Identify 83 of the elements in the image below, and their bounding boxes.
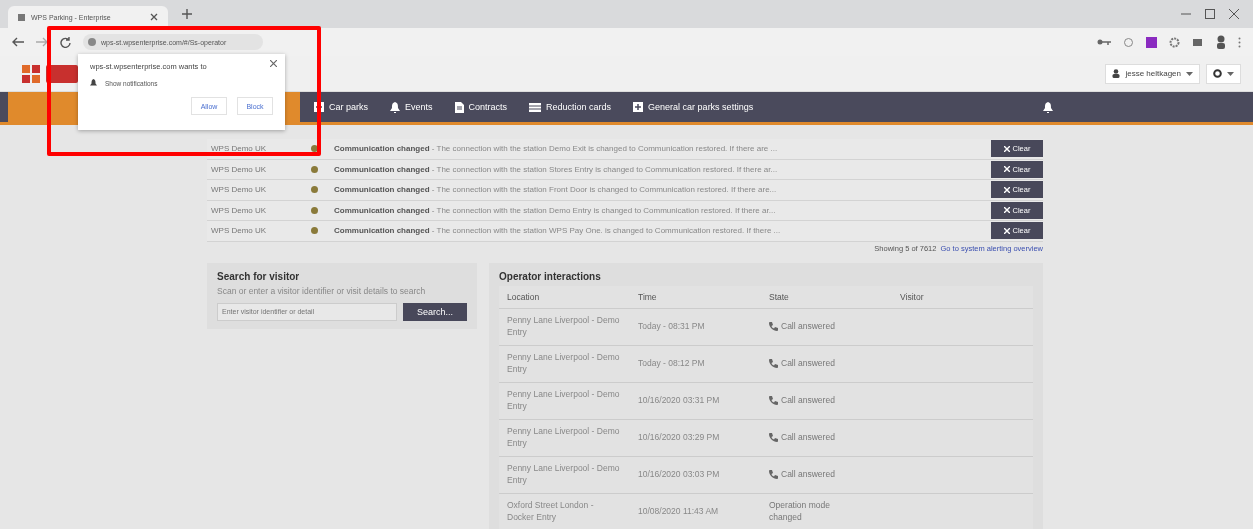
phone-icon: [769, 470, 778, 479]
site-name: WPS Demo UK: [210, 205, 268, 215]
close-icon: [1003, 227, 1010, 234]
column-header: Location: [507, 291, 540, 302]
location-cell: Oxford Street London - Docker Entry: [507, 500, 594, 522]
time-cell: 10/16/2020 03:31 PM: [638, 394, 720, 405]
nav-link[interactable]: Contracts: [454, 101, 508, 113]
nav-link[interactable]: Reduction cards: [529, 102, 612, 112]
time-cell: Today - 08:31 PM: [638, 320, 705, 331]
alert-message: Communication changed - The connection with the station Front Door is changed to Communication restored. If there are...: [334, 185, 778, 195]
state-cell: Call answered: [781, 468, 835, 480]
time-cell: 10/16/2020 03:29 PM: [638, 431, 720, 442]
time-cell: 10/16/2020 03:03 PM: [638, 468, 720, 479]
favicon-icon: [18, 13, 25, 21]
location-cell: Penny Lane Liverpool - Demo Entry: [507, 352, 620, 374]
more-icon[interactable]: [1238, 36, 1241, 48]
close-icon[interactable]: [270, 60, 277, 67]
back-icon[interactable]: [12, 37, 24, 47]
alert-message: Communication changed - The connection with the station Stores Entry is changed to Communication restored. If there ar...: [334, 164, 779, 174]
alert-message: Communication changed - The connection with the station Demo Exit is changed to Communication restored. If there are ...: [334, 144, 779, 154]
profile-icon[interactable]: [1216, 35, 1226, 49]
column-header: State: [769, 291, 789, 302]
warning-dot-icon: [311, 165, 318, 173]
panel-title: Operator interactions: [499, 270, 602, 282]
bell-icon: [90, 79, 97, 87]
warning-dot-icon: [311, 145, 318, 153]
nav-link[interactable]: Events: [390, 101, 433, 113]
warning-dot-icon: [311, 206, 318, 214]
close-icon: [1003, 166, 1010, 173]
search-hint: Scan or enter a visitor identifier or visit details to search: [217, 285, 427, 297]
plus-square-icon: [633, 102, 644, 112]
time-cell: Today - 08:12 PM: [638, 357, 705, 368]
column-header: Time: [638, 291, 657, 302]
location-cell: Penny Lane Liverpool - Demo Entry: [507, 389, 620, 411]
panel-title: Search for visitor: [217, 270, 301, 282]
state-cell: Call answered: [781, 394, 835, 406]
bell-icon: [390, 101, 400, 113]
location-cell: Penny Lane Liverpool - Demo Entry: [507, 315, 620, 337]
notifications-icon[interactable]: [1043, 101, 1053, 113]
site-info-icon[interactable]: [88, 38, 96, 46]
user-icon: [1112, 69, 1121, 78]
site-name: WPS Demo UK: [210, 185, 268, 195]
nav-link[interactable]: Car parks: [314, 102, 368, 112]
alert-message: Communication changed - The connection with the station WPS Pay One. is changed to Communication restored. If there ...: [334, 226, 782, 236]
state-cell: Call answered: [781, 357, 835, 369]
key-icon[interactable]: [1097, 37, 1111, 47]
maximize-icon[interactable]: [1205, 9, 1215, 19]
close-icon[interactable]: [150, 13, 158, 21]
close-icon: [1003, 207, 1010, 214]
close-icon: [1003, 145, 1010, 152]
state-cell-text: Operation mode changed: [769, 500, 831, 523]
alert-message: Communication changed - The connection with the station Demo Entry is changed to Communication restored. If there ar...: [334, 205, 777, 215]
apps-grid-icon[interactable]: [22, 64, 40, 83]
time-cell: 10/08/2020 11:43 AM: [638, 505, 719, 516]
extension-icon[interactable]: [1146, 36, 1157, 48]
phone-icon: [769, 433, 778, 442]
reload-icon[interactable]: [60, 36, 71, 48]
caret-icon: [1227, 71, 1234, 76]
settings-menu[interactable]: [1206, 63, 1241, 84]
plus-square-icon: [314, 102, 324, 112]
nav-link[interactable]: General car parks settings: [633, 102, 754, 112]
state-cell: Call answered: [781, 431, 835, 443]
user-menu[interactable]: jesse heltkagen: [1105, 63, 1200, 84]
phone-icon: [769, 359, 778, 368]
new-tab-icon[interactable]: [182, 9, 192, 19]
close-icon: [1003, 186, 1010, 193]
caret-icon: [1186, 71, 1193, 76]
warning-dot-icon: [311, 227, 318, 235]
state-cell: Call answered: [781, 320, 835, 332]
card-icon: [529, 102, 542, 112]
site-name: WPS Demo UK: [210, 226, 268, 236]
site-name: WPS Demo UK: [210, 144, 268, 154]
column-header: Visitor: [900, 291, 924, 302]
forward-icon[interactable]: [36, 37, 48, 47]
warning-dot-icon: [311, 186, 318, 194]
phone-icon: [769, 322, 778, 331]
site-name: WPS Demo UK: [210, 164, 268, 174]
document-icon: [454, 101, 464, 113]
location-cell: Penny Lane Liverpool - Demo Entry: [507, 426, 620, 448]
search-button[interactable]: Search...: [403, 302, 467, 321]
phone-icon: [769, 396, 778, 405]
location-cell: Penny Lane Liverpool - Demo Entry: [507, 463, 620, 485]
close-window-icon[interactable]: [1229, 9, 1239, 19]
